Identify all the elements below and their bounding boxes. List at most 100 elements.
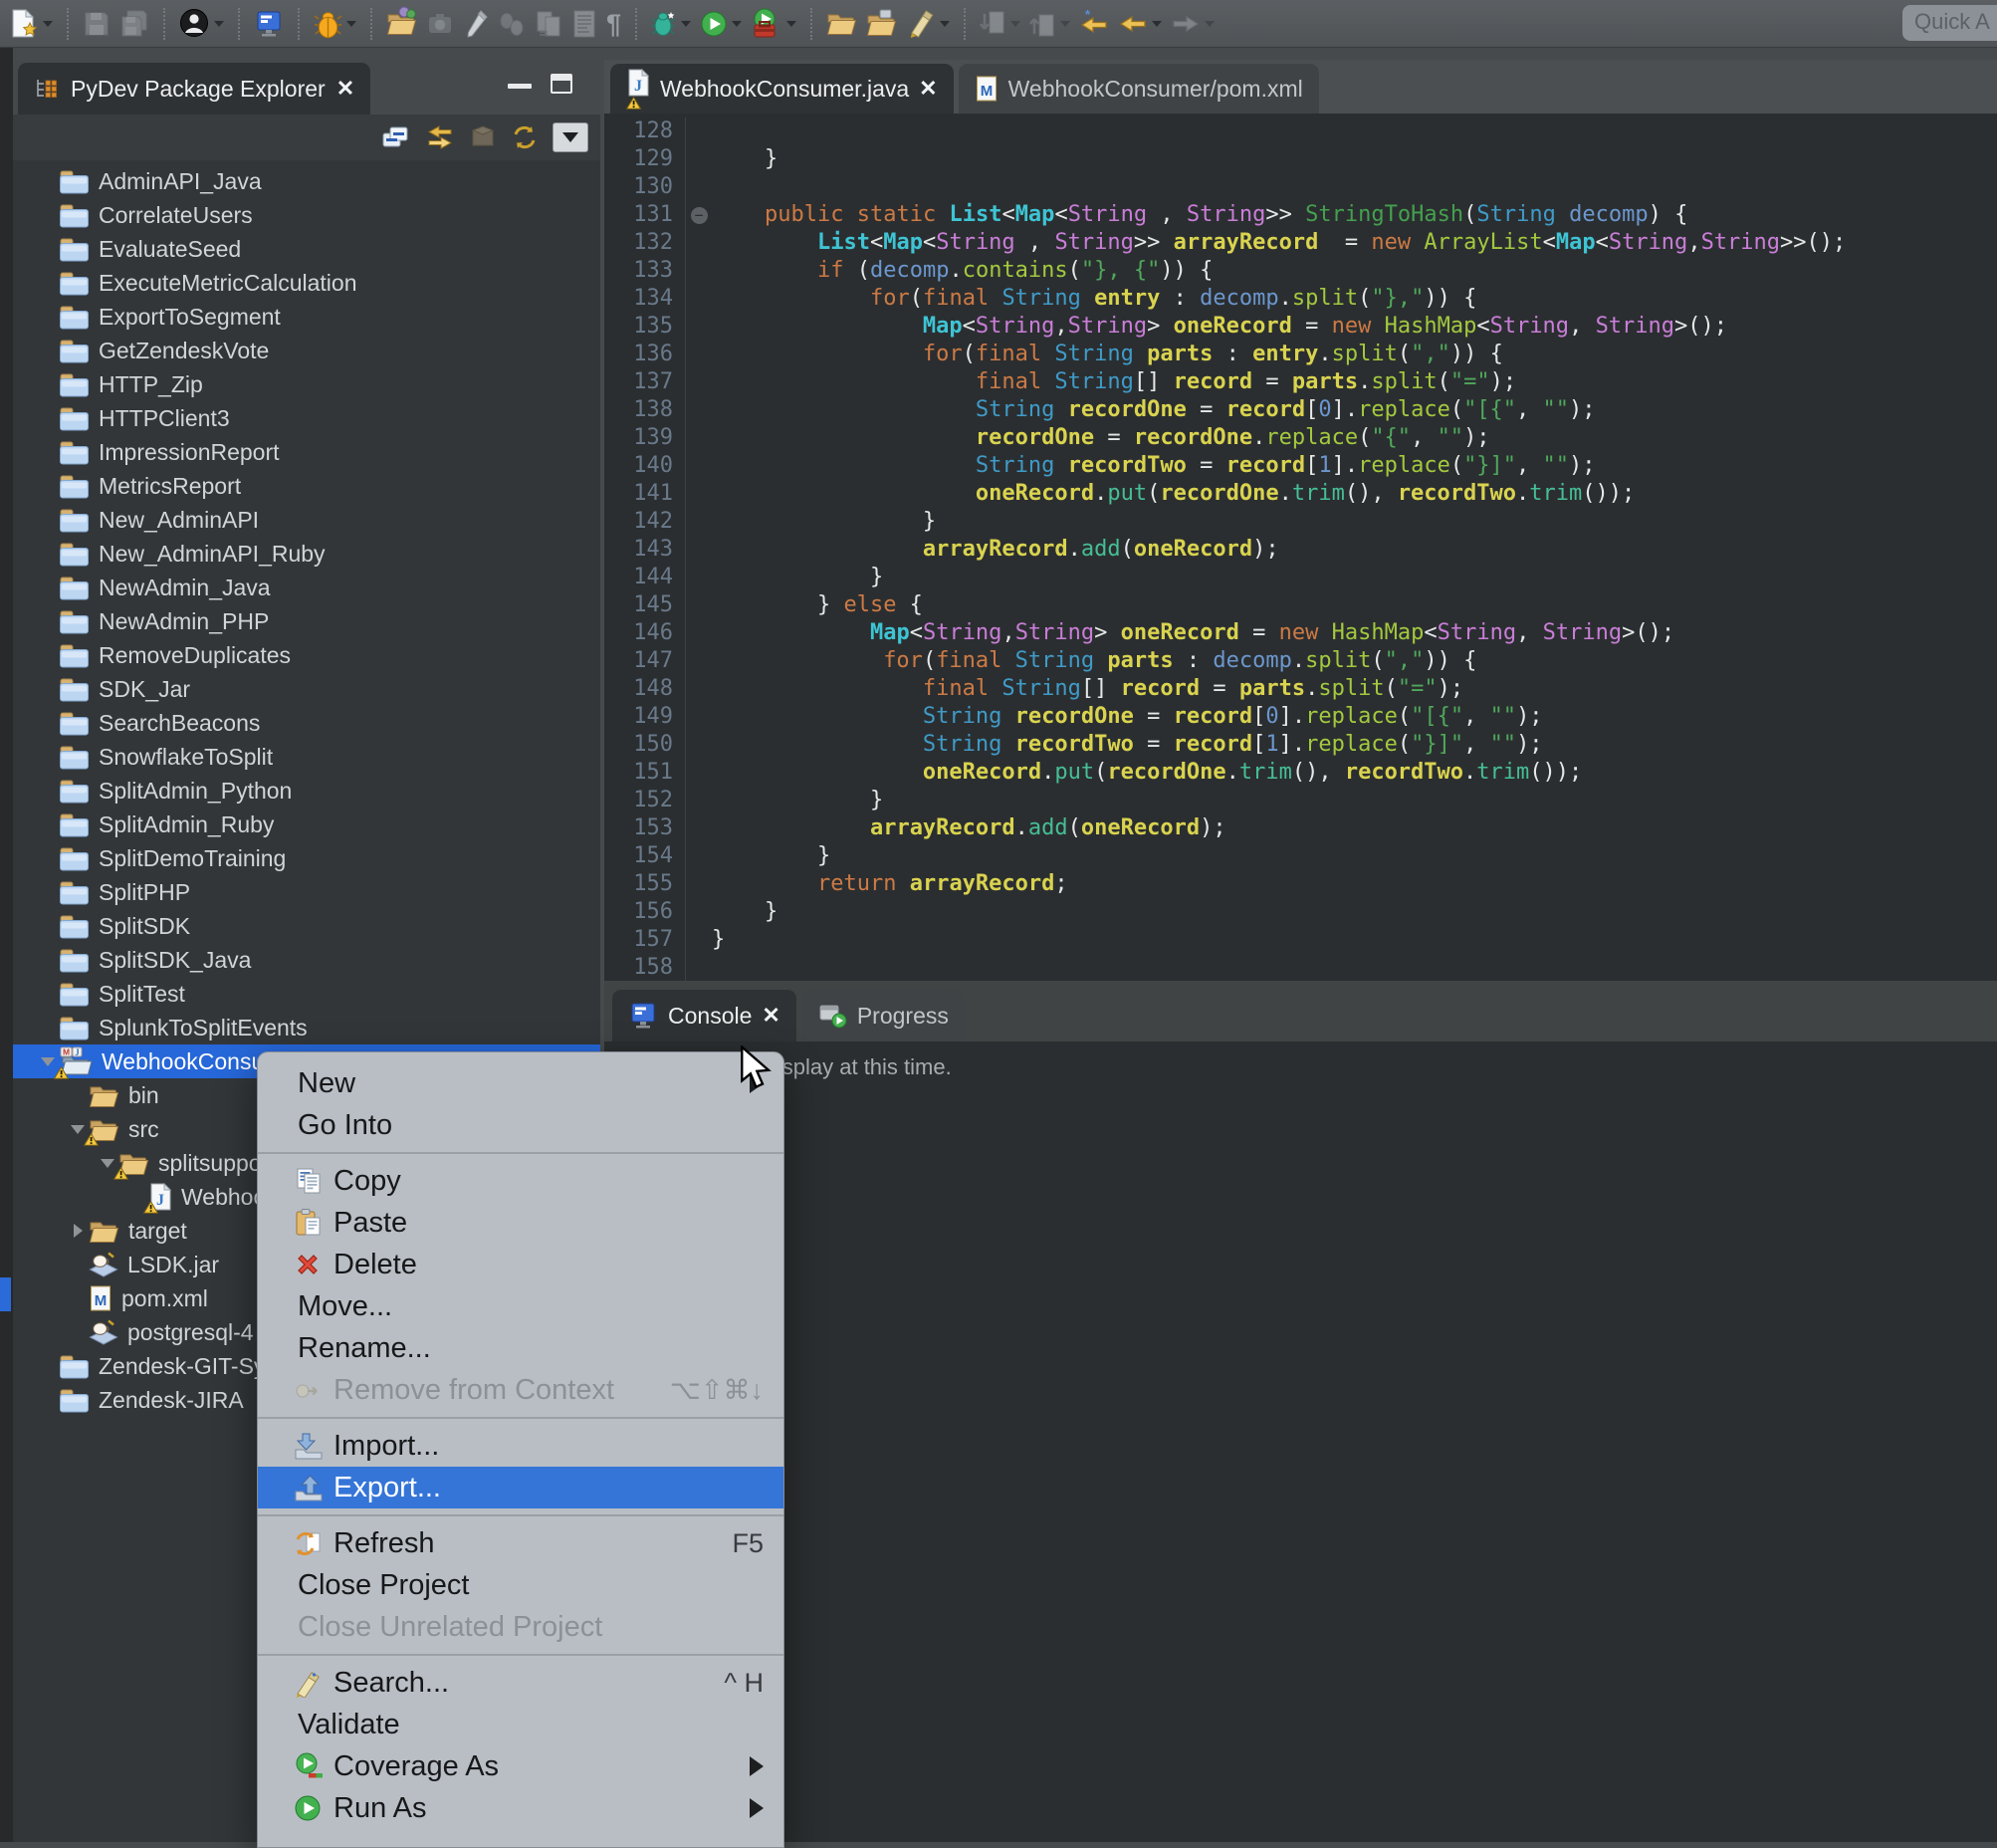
link-with-editor-icon[interactable]: [425, 123, 455, 151]
tree-item-correlateusers[interactable]: CorrelateUsers: [13, 198, 600, 232]
menu-item-move-[interactable]: Move...: [258, 1285, 783, 1327]
tree-item-splitadmin-ruby[interactable]: SplitAdmin_Ruby: [13, 808, 600, 841]
line-number: 133: [604, 257, 686, 285]
minimize-view-button[interactable]: [508, 84, 532, 89]
user-profile-dropdown-caret[interactable]: [214, 21, 224, 27]
pilcrow-icon[interactable]: ¶: [606, 9, 621, 39]
expand-arrow[interactable]: [37, 1057, 59, 1066]
tree-item-adminapi-java[interactable]: AdminAPI_Java: [13, 164, 600, 198]
tree-item-label: src: [128, 1116, 159, 1143]
paste-folder-icon[interactable]: [866, 9, 897, 38]
eclipse-window: { "toolbar": { "quick_access": "Quick A"…: [0, 0, 1997, 1842]
code-line: 152 }: [604, 787, 1997, 814]
menu-item-go-into[interactable]: Go Into: [258, 1104, 783, 1146]
close-tab-icon[interactable]: ✕: [919, 76, 937, 102]
run-dropdown-caret[interactable]: [732, 21, 742, 27]
open-console-icon[interactable]: [254, 9, 284, 39]
tree-item-snowflaketosplit[interactable]: SnowflakeToSplit: [13, 740, 600, 774]
openwarn-icon: [118, 1150, 149, 1177]
synchronize-icon[interactable]: [511, 123, 539, 151]
tree-item-executemetriccalculation[interactable]: ExecuteMetricCalculation: [13, 266, 600, 300]
menu-item-paste[interactable]: Paste: [258, 1202, 783, 1244]
tree-item-getzendeskvote[interactable]: GetZendeskVote: [13, 334, 600, 367]
tree-item-splitphp[interactable]: SplitPHP: [13, 875, 600, 909]
tree-item-exporttosegment[interactable]: ExportToSegment: [13, 300, 600, 334]
menu-item-search-[interactable]: Search...^ H: [258, 1662, 783, 1704]
editor-tab-pom[interactable]: MWebhookConsumer/pom.xml: [959, 64, 1319, 114]
menu-item-validate[interactable]: Validate: [258, 1704, 783, 1745]
tree-item-httpclient3[interactable]: HTTPClient3: [13, 401, 600, 435]
new-bug-dropdown-caret[interactable]: [681, 21, 691, 27]
code-text: String recordOne = record[0].replace("[{…: [712, 396, 1596, 424]
code-editor[interactable]: 128129 }130131− public static List<Map<S…: [604, 114, 1997, 981]
fold-marker[interactable]: −: [686, 207, 712, 224]
view-menu-icon[interactable]: [553, 122, 588, 152]
new-bug-icon[interactable]: [651, 10, 691, 38]
menu-item-refresh[interactable]: RefreshF5: [258, 1522, 783, 1564]
tree-item-impressionreport[interactable]: ImpressionReport: [13, 435, 600, 469]
tree-item-sdk-jar[interactable]: SDK_Jar: [13, 672, 600, 706]
tree-item-splitsdk[interactable]: SplitSDK: [13, 909, 600, 943]
menu-item-label: Export...: [333, 1472, 764, 1504]
external-tools-icon[interactable]: [751, 8, 796, 39]
remove-icon: [294, 1376, 333, 1404]
tree-item-new-adminapi-ruby[interactable]: New_AdminAPI_Ruby: [13, 537, 600, 571]
maximize-view-button[interactable]: [551, 74, 572, 94]
close-tab-icon[interactable]: ✕: [762, 1003, 779, 1029]
menu-item-close-project[interactable]: Close Project: [258, 1564, 783, 1606]
open-folder-icon[interactable]: [826, 10, 857, 37]
menu-item-coverage-as[interactable]: Coverage As: [258, 1745, 783, 1787]
run-icon[interactable]: [700, 10, 742, 38]
quick-access-input[interactable]: Quick A: [1902, 5, 1997, 41]
package-view-icon[interactable]: [469, 124, 497, 150]
back-arrow-icon[interactable]: [1118, 10, 1162, 38]
tab-pydev-package-explorer[interactable]: PyDev Package Explorer ✕: [18, 63, 370, 115]
run-config-folder-icon[interactable]: [386, 10, 417, 37]
menu-item-import-[interactable]: Import...: [258, 1425, 783, 1467]
closed-icon: [59, 270, 90, 297]
tree-item-http-zip[interactable]: HTTP_Zip: [13, 367, 600, 401]
marker-pen-icon[interactable]: [906, 9, 950, 39]
tree-item-splittest[interactable]: SplitTest: [13, 977, 600, 1011]
debug-bug-dropdown-caret[interactable]: [346, 21, 356, 27]
tree-item-splitsdk-java[interactable]: SplitSDK_Java: [13, 943, 600, 977]
external-tools-dropdown-caret[interactable]: [786, 21, 796, 27]
tree-item-splitdemotraining[interactable]: SplitDemoTraining: [13, 841, 600, 875]
user-profile-icon[interactable]: [179, 8, 224, 39]
tree-item-splitadmin-python[interactable]: SplitAdmin_Python: [13, 774, 600, 808]
menu-item-rename-[interactable]: Rename...: [258, 1327, 783, 1369]
tree-item-metricsreport[interactable]: MetricsReport: [13, 469, 600, 503]
close-view-icon[interactable]: ✕: [336, 76, 354, 102]
menu-item-delete[interactable]: Delete: [258, 1244, 783, 1285]
debug-bug-icon[interactable]: [314, 8, 356, 39]
expand-arrow[interactable]: [67, 1224, 89, 1238]
tree-item-removeduplicates[interactable]: RemoveDuplicates: [13, 638, 600, 672]
menu-item-copy[interactable]: Copy: [258, 1160, 783, 1202]
menu-item-new[interactable]: New: [258, 1062, 783, 1104]
new-wizard-icon[interactable]: [10, 8, 53, 39]
new-wizard-dropdown-caret[interactable]: [43, 21, 53, 27]
menu-item-run-as[interactable]: Run As: [258, 1787, 783, 1829]
tree-item-evaluateseed[interactable]: EvaluateSeed: [13, 232, 600, 266]
marker-pen-dropdown-caret[interactable]: [940, 21, 950, 27]
tree-item-newadmin-php[interactable]: NewAdmin_PHP: [13, 604, 600, 638]
editor-tab-java[interactable]: JWebhookConsumer.java✕: [610, 64, 954, 114]
back-last-edit-icon[interactable]: *: [1079, 9, 1109, 38]
refresh-icon: [294, 1528, 333, 1558]
menu-item-export-[interactable]: Export...: [258, 1467, 783, 1508]
minimized-view-indicator[interactable]: [0, 1277, 11, 1311]
submenu-arrow-icon: [750, 1798, 764, 1818]
tree-item-new-adminapi[interactable]: New_AdminAPI: [13, 503, 600, 537]
tree-item-splunktosplitevents[interactable]: SplunkToSplitEvents: [13, 1011, 600, 1044]
tree-item-newadmin-java[interactable]: NewAdmin_Java: [13, 571, 600, 604]
code-text: for(final String parts : decomp.split(",…: [712, 647, 1476, 675]
tree-item-searchbeacons[interactable]: SearchBeacons: [13, 706, 600, 740]
cut-blade-icon[interactable]: [463, 9, 489, 39]
line-number: 145: [604, 591, 686, 619]
console-tab-console[interactable]: Console✕: [612, 990, 796, 1041]
back-arrow-dropdown-caret[interactable]: [1152, 21, 1162, 27]
closed-icon: [59, 507, 90, 534]
editor-area: JWebhookConsumer.java✕MWebhookConsumer/p…: [604, 60, 1997, 981]
collapse-all-icon[interactable]: [381, 124, 411, 151]
console-tab-progress[interactable]: Progress: [802, 990, 965, 1041]
